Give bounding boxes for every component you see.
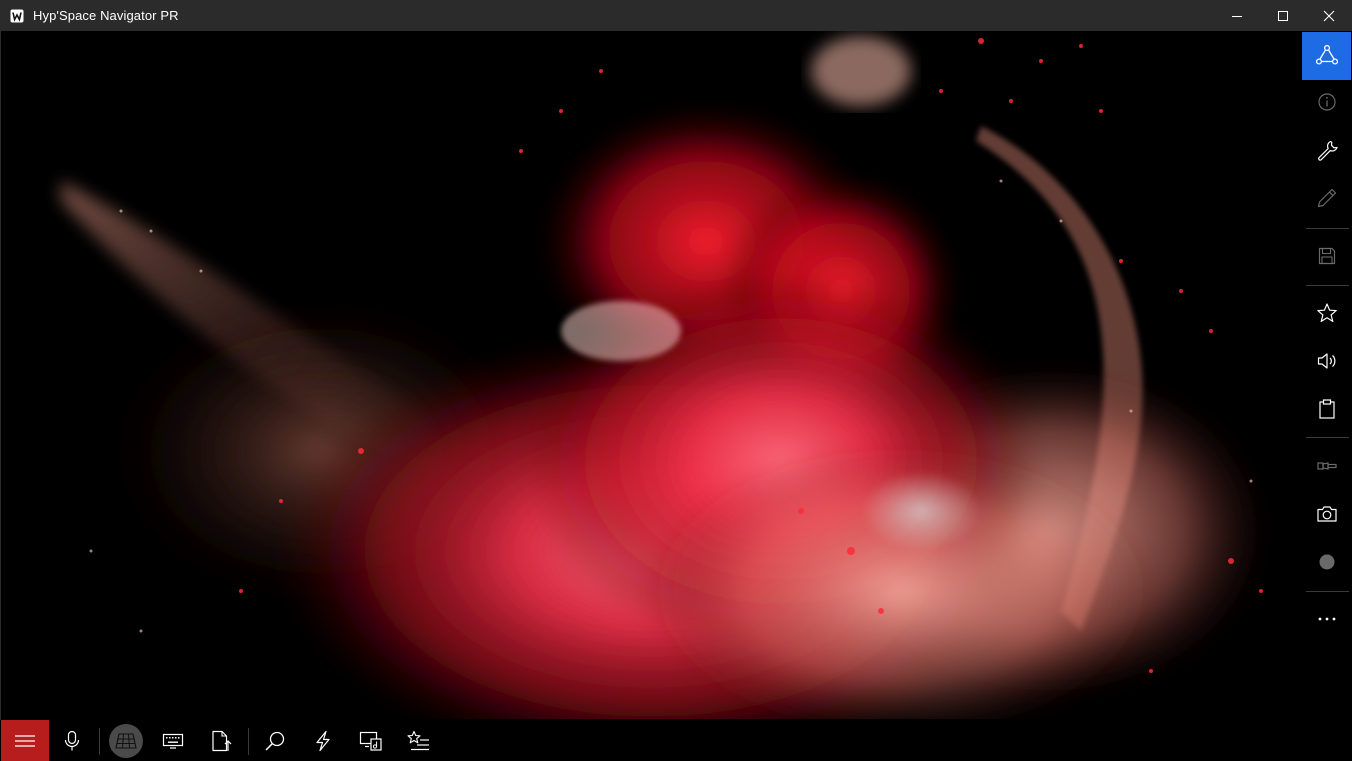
quick-action-button[interactable] (299, 720, 347, 761)
right-toolbar (1302, 31, 1352, 720)
settings-button[interactable] (1302, 126, 1351, 174)
upload-button[interactable] (197, 720, 245, 761)
microphone-icon (64, 730, 80, 750)
network-hub-button[interactable] (1302, 32, 1351, 80)
powder-explosion-image (1, 31, 1302, 719)
edit-button[interactable] (1302, 174, 1351, 222)
file-upload-icon (212, 730, 232, 751)
star-list-icon (407, 730, 429, 750)
media-button[interactable] (347, 720, 395, 761)
title-bar[interactable]: Hyp'Space Navigator PR (0, 0, 1352, 31)
search-button[interactable] (251, 720, 299, 761)
toolbar-divider (99, 728, 100, 755)
window-title: Hyp'Space Navigator PR (33, 8, 179, 23)
bottom-toolbar (0, 720, 1352, 761)
floppy-icon (1318, 247, 1335, 265)
toolbar-divider (248, 728, 249, 755)
sidebar-divider (1306, 285, 1349, 286)
more-icon (1318, 617, 1335, 621)
close-icon (1323, 10, 1335, 21)
camera-button[interactable] (1302, 490, 1351, 538)
favorites-list-button[interactable] (395, 720, 443, 761)
lightning-icon (316, 730, 330, 751)
camera-icon (1316, 506, 1337, 522)
window-controls (1214, 0, 1352, 31)
menu-button[interactable] (1, 720, 49, 761)
clipboard-icon (1318, 399, 1335, 419)
maximize-icon (1278, 10, 1288, 21)
pencil-icon (1317, 188, 1336, 208)
sidebar-divider (1306, 437, 1349, 438)
save-button[interactable] (1302, 232, 1351, 280)
star-icon (1316, 303, 1337, 322)
maximize-button[interactable] (1260, 0, 1306, 31)
keyboard-icon (162, 733, 184, 749)
close-button[interactable] (1306, 0, 1352, 31)
wrench-icon (1317, 140, 1338, 161)
volume-button[interactable] (1302, 337, 1351, 385)
app-window: Hyp'Space Navigator PR (0, 0, 1352, 761)
grid-icon (115, 732, 137, 749)
microphone-button[interactable] (48, 720, 96, 761)
triangle-network-icon (1315, 45, 1338, 65)
favorites-button[interactable] (1302, 289, 1351, 337)
grid-button[interactable] (102, 720, 150, 761)
keyboard-button[interactable] (149, 720, 197, 761)
sidebar-divider (1306, 228, 1349, 229)
clipboard-button[interactable] (1302, 385, 1351, 433)
wallpaper-view (1, 31, 1302, 719)
hamburger-icon (15, 734, 35, 747)
record-button[interactable] (1302, 538, 1351, 586)
flashlight-icon (1316, 462, 1337, 470)
sidebar-divider (1306, 591, 1349, 592)
search-icon (265, 731, 285, 751)
app-logo-icon (9, 8, 25, 24)
media-device-icon (359, 731, 382, 751)
flashlight-button[interactable] (1302, 442, 1351, 490)
more-button[interactable] (1302, 595, 1351, 643)
speaker-icon (1317, 353, 1335, 369)
record-dot-icon (1319, 554, 1334, 570)
grid-button-highlight (109, 723, 143, 758)
info-button[interactable] (1302, 78, 1351, 126)
minimize-icon (1232, 15, 1242, 17)
minimize-button[interactable] (1214, 0, 1260, 31)
info-icon (1317, 93, 1336, 111)
